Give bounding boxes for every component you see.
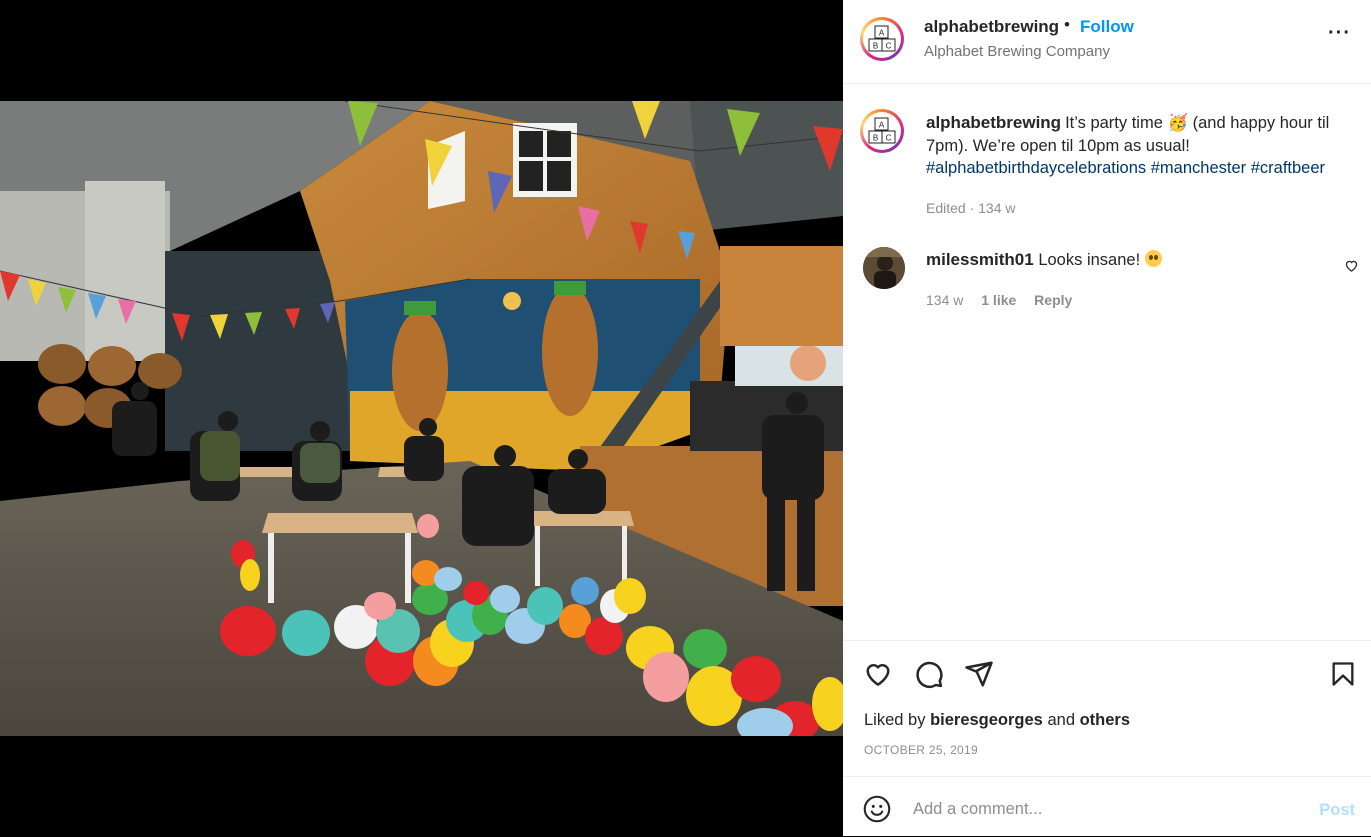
liked-by-prefix: Liked by [864,711,926,729]
svg-text:A: A [879,121,885,130]
flushed-face-emoji [1145,250,1163,267]
separator-dot: • [1064,15,1070,34]
svg-text:C: C [886,134,892,143]
author-username[interactable]: alphabetbrewing [924,17,1059,37]
liked-by-user[interactable]: bieresgeorges [930,711,1043,729]
heart-icon[interactable] [863,659,893,689]
svg-text:A: A [879,29,885,38]
post-caption: alphabetbrewing It’s party time 🥳 (and ha… [926,112,1358,180]
share-icon[interactable] [964,659,994,689]
svg-text:C: C [886,42,892,51]
svg-text:B: B [873,134,878,143]
comment: milessmith01 Looks insane! [926,250,1163,270]
caption-username[interactable]: alphabetbrewing [926,113,1061,132]
post-header: A B C alphabetbrewing • Follow Alphabet … [843,0,1371,84]
hashtag-link[interactable]: #alphabetbirthdaycelebrations [926,159,1146,177]
avatar-photo [863,247,905,289]
liked-by-and: and [1047,711,1075,729]
post-sidebar: A B C alphabetbrewing • Follow Alphabet … [843,0,1371,836]
post-date[interactable]: OCTOBER 25, 2019 [864,743,978,757]
party-venue-image [0,101,843,736]
comment-like-heart-icon[interactable] [1344,258,1359,273]
svg-text:B: B [873,42,878,51]
commenter-avatar[interactable] [863,247,905,289]
author-avatar[interactable]: A B C [860,17,904,61]
emoji-smile-icon[interactable] [863,795,891,823]
comment-input[interactable] [913,797,1273,821]
comment-meta: 134 w 1 like Reply [926,292,1086,308]
liked-by-others[interactable]: others [1080,711,1130,729]
post-actions: Liked by bieresgeorges and others OCTOBE… [843,640,1371,777]
caption-author-avatar[interactable]: A B C [860,109,904,153]
comment-age: 134 w [926,292,964,308]
post-photo[interactable] [0,101,843,736]
comment-icon[interactable] [914,659,944,689]
comment-text: Looks insane! [1038,251,1141,269]
comment-likes-link[interactable]: 1 like [981,292,1016,308]
hashtag-link[interactable]: #craftbeer [1251,159,1325,177]
more-options-button[interactable]: ··· [1328,22,1351,45]
commenter-username[interactable]: milessmith01 [926,250,1034,269]
bookmark-icon[interactable] [1329,659,1357,689]
abc-logo-icon: A B C [868,25,896,52]
liked-by: Liked by bieresgeorges and others [864,711,1130,730]
caption-edited-meta: Edited · 134 w [926,200,1016,216]
follow-button[interactable]: Follow [1080,17,1134,37]
abc-logo-icon: A B C [868,117,896,144]
photo-pane [0,0,843,836]
post-location[interactable]: Alphabet Brewing Company [924,43,1110,60]
reply-button[interactable]: Reply [1034,292,1072,308]
post-comment-button[interactable]: Post [1319,801,1355,820]
hashtag-link[interactable]: #manchester [1151,159,1246,177]
add-comment-bar: Post [843,776,1371,837]
